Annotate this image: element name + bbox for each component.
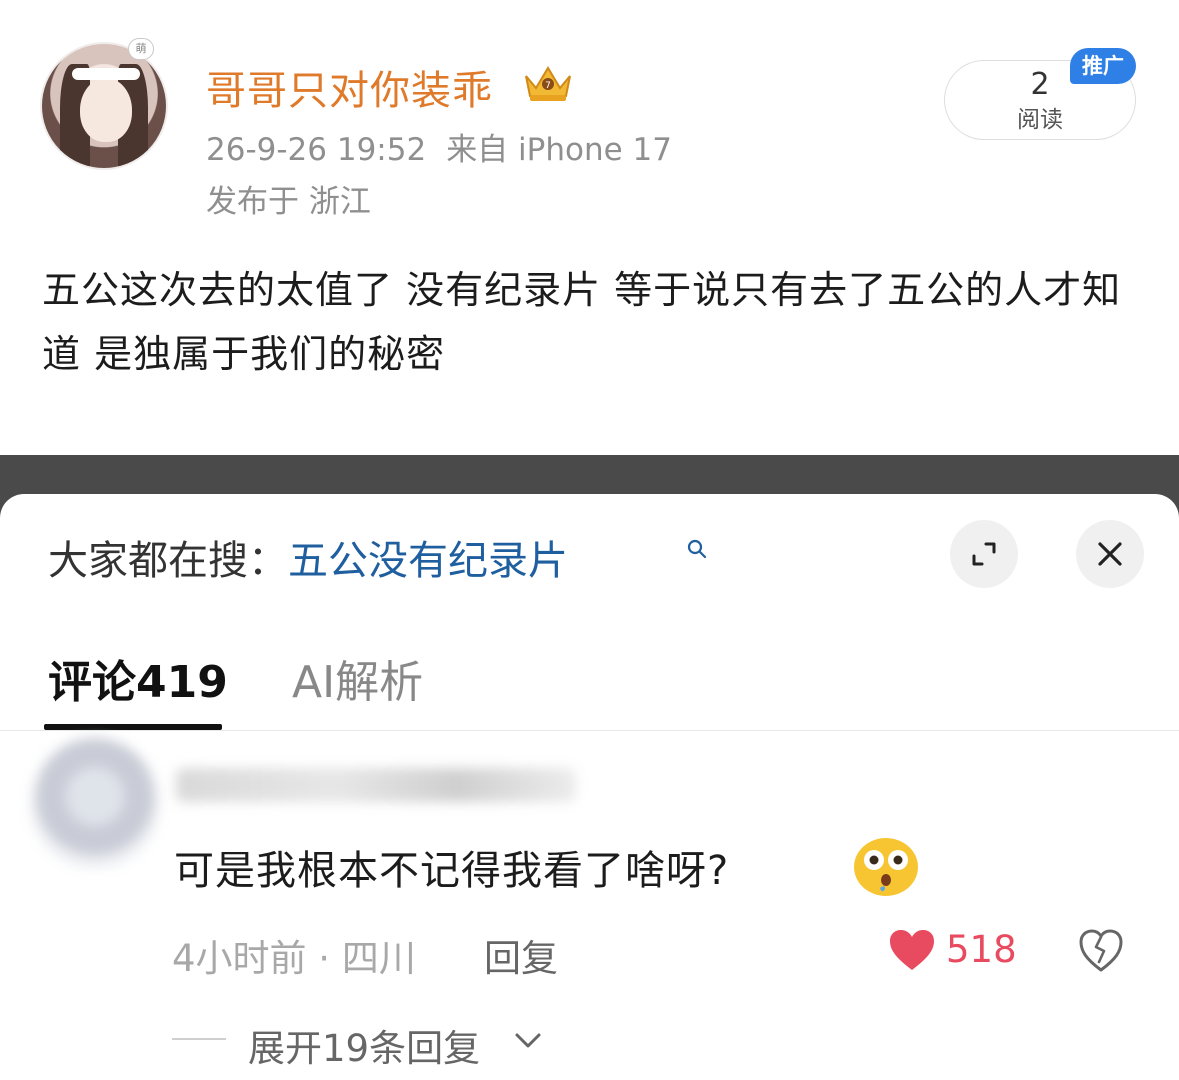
replies-divider — [172, 1038, 226, 1040]
avatar-face — [80, 78, 132, 142]
trending-search[interactable]: 大家都在搜：五公没有纪录片 — [48, 528, 568, 586]
avatar-headband — [72, 68, 140, 80]
post-meta: 26-9-26 19:52 来自 iPhone 17 — [206, 124, 672, 169]
tab-ai-analysis[interactable]: AI解析 — [292, 646, 423, 710]
crown-icon[interactable]: 7 — [522, 62, 574, 104]
close-button[interactable] — [1076, 520, 1144, 588]
comment-username-blurred[interactable] — [176, 768, 576, 802]
search-icon — [687, 539, 707, 559]
trending-prefix: 大家都在搜： — [48, 538, 288, 584]
post-source: 来自 iPhone 17 — [446, 132, 672, 168]
chevron-down-icon[interactable] — [512, 1030, 544, 1052]
post-card: 萌 哥哥只对你装乖 7 26-9-26 19:52 来自 iPhone 17 发布… — [0, 0, 1179, 455]
avatar[interactable] — [40, 42, 168, 170]
username[interactable]: 哥哥只对你装乖 — [206, 58, 493, 116]
post-timestamp: 26-9-26 19:52 — [206, 132, 427, 168]
tabs-divider — [0, 730, 1179, 731]
svg-text:7: 7 — [545, 81, 551, 91]
dislike-heart-icon[interactable] — [1078, 928, 1124, 974]
close-icon — [1098, 542, 1122, 566]
expand-button[interactable] — [950, 520, 1018, 588]
avatar-badge: 萌 — [128, 38, 154, 60]
like-count: 518 — [946, 928, 1017, 971]
read-label: 阅读 — [1017, 107, 1063, 133]
post-body: 五公这次去的太值了 没有纪录片 等于说只有去了五公的人才知道 是独属于我们的秘密 — [42, 268, 1122, 376]
heart-icon[interactable] — [888, 928, 936, 972]
reply-button[interactable]: 回复 — [484, 928, 558, 982]
comment-meta: 4小时前 · 四川 — [172, 937, 416, 980]
expand-replies-button[interactable]: 展开19条回复 — [248, 1018, 480, 1072]
shocked-emoji-icon — [854, 838, 918, 896]
promo-badge: 推广 — [1070, 48, 1136, 84]
comment-avatar[interactable] — [30, 738, 160, 868]
trending-query[interactable]: 五公没有纪录片 — [288, 538, 568, 584]
comment-text: 可是我根本不记得我看了啥呀? — [174, 848, 730, 894]
post-location: 发布于 浙江 — [206, 184, 371, 220]
expand-icon — [972, 542, 996, 566]
tab-comments[interactable]: 评论419 — [48, 646, 228, 710]
